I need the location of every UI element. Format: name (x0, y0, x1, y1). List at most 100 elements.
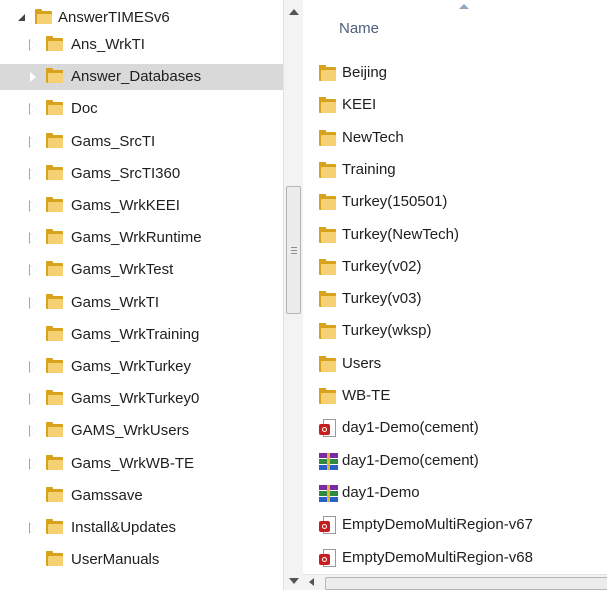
tree-item[interactable]: Gams_WrkKEEI (0, 193, 283, 219)
tree-item-label: UserManuals (71, 551, 160, 569)
folder-icon (35, 9, 52, 24)
expand-arrow-icon[interactable] (28, 39, 38, 51)
tree-item[interactable]: Ans_WrkTI (0, 32, 283, 58)
file-list-item[interactable]: Training (303, 154, 607, 186)
expand-arrow-icon[interactable] (28, 200, 38, 212)
tree-item[interactable]: Doc (0, 96, 283, 122)
file-list-item[interactable]: Beijing (303, 57, 607, 89)
sort-ascending-icon (459, 4, 469, 9)
folder-icon (46, 229, 63, 245)
folder-icon (46, 519, 63, 534)
scroll-down-arrow-icon[interactable] (289, 578, 299, 584)
folder-icon (319, 97, 336, 114)
tree-item-label: Doc (71, 100, 98, 118)
folder-icon (319, 194, 336, 211)
file-list-item[interactable]: day1-Demo (303, 477, 607, 509)
tree-item-label: Ans_WrkTI (71, 36, 145, 53)
file-name: day1-Demo(cement) (342, 419, 479, 437)
file-name: Turkey(150501) (342, 193, 448, 211)
tree-item[interactable]: Gams_WrkTurkey (0, 354, 283, 380)
tree-item[interactable]: Gams_WrkTI (0, 290, 283, 316)
scroll-up-arrow-icon[interactable] (289, 9, 299, 15)
folder-icon (46, 197, 63, 212)
folder-icon (46, 551, 63, 567)
file-name: Turkey(v03) (342, 290, 422, 308)
expand-arrow-icon[interactable] (28, 457, 38, 470)
tree-item-label: Gams_WrkKEEI (71, 197, 180, 214)
file-list-item[interactable]: Turkey(NewTech) (303, 219, 607, 251)
scroll-left-arrow-icon[interactable] (309, 578, 314, 586)
tree-item-label: Install&Updates (71, 519, 177, 536)
file-list-item[interactable]: Turkey(v03) (303, 283, 607, 315)
tree-item[interactable]: Gams_SrcTI (0, 129, 283, 155)
file-list-item[interactable]: NewTech (303, 122, 607, 154)
tree-item[interactable]: Gams_WrkTraining (0, 322, 283, 348)
tree-item[interactable]: Gams_SrcTI360 (0, 161, 283, 187)
file-name: day1-Demo (342, 483, 420, 501)
file-list-item[interactable]: Users (303, 348, 607, 380)
folder-icon (46, 261, 63, 277)
tree-item[interactable]: GAMS_WrkUsers (0, 418, 283, 444)
file-name: EmptyDemoMultiRegion-v67 (342, 516, 533, 534)
file-list-item[interactable]: EmptyDemoMultiRegion-v67 (303, 509, 607, 541)
expand-arrow-icon[interactable] (28, 264, 38, 277)
file-list-item[interactable]: Turkey(150501) (303, 186, 607, 218)
folder-icon (319, 355, 336, 372)
file-name: EmptyDemoMultiRegion-v68 (342, 548, 533, 566)
folder-icon (319, 161, 336, 178)
tree-item-label: Gams_WrkTraining (71, 325, 200, 343)
tree-item-label: Gamssave (71, 486, 143, 504)
vertical-scrollbar[interactable] (283, 0, 303, 590)
expand-arrow-icon[interactable] (28, 135, 38, 148)
tree-item[interactable]: Gamssave (0, 483, 283, 509)
expand-arrow-icon[interactable] (28, 361, 38, 373)
expand-arrow-icon[interactable] (28, 522, 38, 534)
folder-icon (46, 358, 63, 373)
file-name: Users (342, 354, 382, 372)
file-name: Turkey(wksp) (342, 322, 432, 340)
file-list-item[interactable]: Turkey(wksp) (303, 315, 607, 347)
tree-item-label: AnswerTIMESv6 (58, 9, 170, 26)
file-list-item[interactable]: EmptyDemoMultiRegion-v68 (303, 542, 607, 574)
pdf-file-icon (319, 419, 337, 439)
scrollbar-thumb[interactable] (325, 577, 607, 590)
expand-arrow-icon[interactable] (28, 71, 38, 84)
expand-arrow-icon[interactable] (17, 12, 27, 24)
folder-icon (46, 325, 63, 341)
file-list-item[interactable]: WB-TE (303, 380, 607, 412)
tree-item-label: Gams_WrkTest (71, 261, 174, 279)
tree-item[interactable]: Gams_WrkRuntime (0, 225, 283, 251)
file-name: day1-Demo(cement) (342, 451, 479, 469)
file-name: Turkey(v02) (342, 257, 422, 275)
tree-item[interactable]: Answer_Databases (0, 64, 283, 91)
expand-arrow-icon[interactable] (28, 232, 38, 245)
file-list-item[interactable]: Turkey(v02) (303, 251, 607, 283)
file-name: Training (342, 160, 396, 178)
expand-arrow-icon[interactable] (28, 393, 38, 406)
tree-item[interactable]: Gams_WrkWB-TE (0, 451, 283, 477)
file-name: WB-TE (342, 387, 391, 404)
file-list-item[interactable]: KEEI (303, 89, 607, 121)
column-header-name[interactable]: Name (339, 20, 379, 37)
file-list-item[interactable]: day1-Demo(cement) (303, 412, 607, 444)
expand-arrow-icon[interactable] (28, 167, 38, 180)
horizontal-scrollbar[interactable] (303, 574, 607, 590)
pdf-file-icon (319, 548, 337, 569)
file-list-item[interactable]: day1-Demo(cement) (303, 445, 607, 477)
folder-icon (46, 486, 63, 502)
expand-arrow-icon[interactable] (28, 296, 38, 309)
tree-item-label: Gams_WrkRuntime (71, 229, 202, 247)
tree-item[interactable]: Install&Updates (0, 515, 283, 541)
archive-file-icon (319, 452, 338, 470)
tree-item-label: Answer_Databases (71, 68, 202, 86)
tree-item-answertimesv6[interactable]: AnswerTIMESv6 (0, 5, 283, 31)
scrollbar-thumb[interactable] (286, 186, 301, 314)
expand-arrow-icon[interactable] (28, 103, 38, 116)
expand-arrow-icon[interactable] (28, 425, 38, 438)
tree-item-label: Gams_SrcTI360 (71, 164, 181, 182)
folder-icon (319, 291, 336, 308)
tree-item[interactable]: Gams_WrkTurkey0 (0, 386, 283, 412)
tree-item[interactable]: UserManuals (0, 547, 283, 573)
folder-icon (46, 36, 63, 51)
tree-item[interactable]: Gams_WrkTest (0, 257, 283, 283)
